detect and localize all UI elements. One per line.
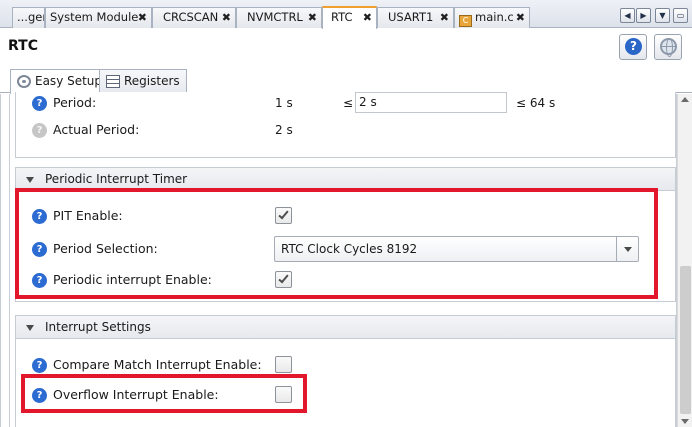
section-title: Interrupt Settings (45, 320, 151, 334)
tab-label: main.c (475, 10, 514, 24)
close-icon[interactable]: ✖ (516, 8, 525, 27)
tab-system-module[interactable]: System Module ✖ (45, 7, 152, 28)
pit-highlight-box (15, 188, 658, 299)
actual-period-value: 2 s (275, 123, 293, 137)
close-icon[interactable]: ✖ (222, 8, 231, 27)
easy-setup-panel: ? Period: 1 s ≤ 2 s ≤ 64 s ? Actual Peri… (0, 92, 692, 427)
tab-label: Registers (124, 74, 180, 88)
tab-usart1[interactable]: USART1 ✖ (377, 7, 454, 28)
compare-match-row: ? Compare Match Interrupt Enable: (16, 354, 676, 376)
tab-label: System Module (50, 10, 139, 24)
collapse-triangle-icon[interactable] (26, 177, 34, 183)
section-title: Periodic Interrupt Timer (45, 172, 188, 186)
c-file-icon: C (459, 15, 472, 27)
compare-match-checkbox[interactable] (275, 356, 292, 373)
actual-period-row: ? Actual Period: 2 s (16, 119, 676, 141)
tab-rtc[interactable]: RTC ✖ (322, 6, 377, 29)
tab-nvmctrl[interactable]: NVMCTRL ✖ (236, 7, 322, 28)
help-icon[interactable]: ? (32, 358, 47, 373)
registers-icon (106, 75, 120, 88)
scrollbar-thumb[interactable] (680, 266, 691, 414)
period-row: ? Period: 1 s ≤ 2 s ≤ 64 s (16, 92, 676, 114)
globe-icon (660, 38, 677, 57)
overflow-highlight-box (21, 374, 307, 413)
period-min: 1 s (275, 96, 293, 110)
help-icon: ? (32, 123, 47, 138)
compare-match-label: Compare Match Interrupt Enable: (53, 357, 262, 372)
tab-registers[interactable]: Registers (99, 69, 187, 93)
help-icon: ? (625, 38, 642, 55)
close-icon[interactable]: ✖ (308, 8, 317, 27)
close-icon[interactable]: ✖ (138, 8, 147, 27)
gear-icon (17, 75, 31, 88)
actual-period-label: Actual Period: (53, 122, 140, 137)
rtc-section: ? Period: 1 s ≤ 2 s ≤ 64 s ? Actual Peri… (15, 92, 676, 158)
close-icon[interactable]: ✖ (440, 8, 449, 27)
help-button[interactable]: ? (619, 34, 647, 60)
period-operator: ≤ (343, 96, 354, 110)
tab-label: RTC (331, 10, 353, 24)
online-docs-button[interactable] (654, 34, 682, 60)
close-icon[interactable]: ✖ (363, 8, 372, 27)
scroll-up-icon[interactable] (681, 97, 689, 102)
period-max: ≤ 64 s (516, 96, 556, 110)
editor-tab-strip: ...ger System Module ✖ CRCSCAN ✖ NVMCTRL… (0, 0, 692, 29)
vertical-scrollbar[interactable] (677, 94, 692, 427)
tab-crcscan[interactable]: CRCSCAN ✖ (152, 7, 236, 28)
tab-easy-setup[interactable]: Easy Setup (10, 69, 110, 94)
scroll-tabs-right-button[interactable]: ▶ (636, 8, 651, 23)
tab-label: CRCSCAN (163, 10, 219, 24)
interrupt-settings-header[interactable]: Interrupt Settings (16, 316, 675, 339)
scroll-tabs-left-button[interactable]: ◀ (620, 8, 635, 23)
period-input[interactable]: 2 s (355, 92, 507, 113)
view-tabs: Easy Setup Registers (0, 66, 692, 94)
page-title: RTC (8, 38, 38, 54)
module-header: RTC ? (0, 29, 692, 66)
period-label: Period: (53, 95, 97, 110)
help-icon[interactable]: ? (32, 96, 47, 111)
tab-label: NVMCTRL (247, 10, 303, 24)
restore-window-button[interactable]: ▭ (673, 8, 688, 23)
collapse-triangle-icon[interactable] (26, 325, 34, 331)
tab-list-dropdown-button[interactable]: ▼ (655, 8, 670, 23)
tab-main-c[interactable]: Cmain.c ✖ (454, 7, 530, 28)
tab-label: ...ger (17, 10, 45, 24)
tab-label: Easy Setup (35, 74, 103, 88)
tab-manager[interactable]: ...ger (12, 7, 45, 28)
tab-label: USART1 (388, 10, 434, 24)
scroll-down-icon[interactable] (681, 419, 689, 424)
